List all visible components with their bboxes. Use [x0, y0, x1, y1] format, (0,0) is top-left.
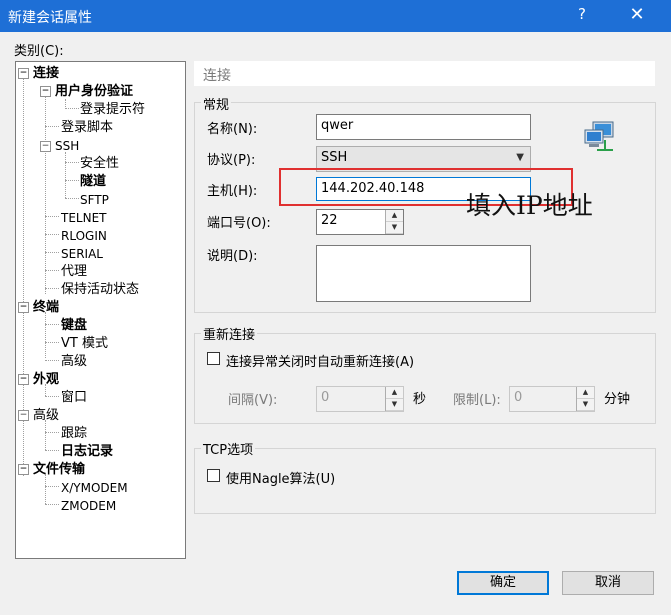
tree-item-trace[interactable]: 跟踪 [61, 425, 87, 443]
collapse-icon[interactable]: − [18, 302, 29, 313]
protocol-label: 协议(P): [207, 153, 256, 168]
collapse-icon[interactable]: − [40, 141, 51, 152]
tree-item-login-prompt[interactable]: 登录提示符 [80, 101, 145, 119]
cancel-button[interactable]: 取消 [562, 571, 654, 595]
tree-item-label: 连接 [33, 66, 60, 81]
category-tree[interactable]: − 连接 − 用户身份验证 登录提示符 登录脚本 − SSH 安全性 隧道 SFTP … [15, 61, 186, 559]
tree-item-proxy[interactable]: 代理 [61, 263, 87, 281]
section-header: 连接 [194, 61, 655, 86]
host-annotation: 填入IP地址 [466, 191, 593, 220]
collapse-icon[interactable]: − [18, 374, 29, 385]
tcp-group-title: TCP选项 [201, 439, 256, 458]
tree-item-label: 文件传输 [33, 462, 86, 477]
description-input[interactable] [316, 245, 531, 302]
tree-item-logging[interactable]: 日志记录 [61, 443, 113, 461]
limit-spinner[interactable]: ▲ ▼ [576, 387, 594, 411]
chevron-down-icon: ▼ [516, 152, 524, 163]
name-input[interactable]: qwer [316, 114, 531, 140]
tree-item-label: 外观 [33, 372, 60, 387]
tree-item-appearance[interactable]: − 外观 [18, 371, 59, 389]
tree-item-serial[interactable]: SERIAL [61, 245, 103, 263]
port-label: 端口号(O): [207, 216, 271, 231]
help-icon[interactable]: ? [572, 5, 592, 27]
tree-item-label: 用户身份验证 [55, 84, 134, 99]
tree-item-keepalive[interactable]: 保持活动状态 [61, 281, 139, 299]
tree-item-connection[interactable]: − 连接 [18, 65, 59, 83]
description-label: 说明(D): [207, 249, 258, 264]
tree-item-terminal[interactable]: − 终端 [18, 299, 59, 317]
limit-value: 0 [514, 390, 523, 405]
collapse-icon[interactable]: − [18, 410, 29, 421]
protocol-value: SSH [321, 150, 348, 165]
tree-item-label: 终端 [33, 300, 60, 315]
section-header-title: 连接 [203, 68, 231, 84]
tree-item-rlogin[interactable]: RLOGIN [61, 227, 107, 245]
tree-item-security[interactable]: 安全性 [80, 155, 119, 173]
limit-label: 限制(L): [453, 393, 501, 408]
tree-item-login-script[interactable]: 登录脚本 [61, 119, 113, 137]
nagle-checkbox[interactable] [207, 469, 220, 482]
tree-item-tunnel[interactable]: 隧道 [80, 173, 106, 191]
close-icon[interactable]: ✕ [626, 4, 648, 26]
arrow-down-icon[interactable]: ▼ [386, 399, 403, 411]
arrow-up-icon[interactable]: ▲ [577, 387, 594, 399]
tree-item-zmodem[interactable]: ZMODEM [61, 497, 116, 515]
port-spinner[interactable]: ▲ ▼ [385, 210, 403, 234]
auto-reconnect-checkbox[interactable] [207, 352, 220, 365]
tree-item-sftp[interactable]: SFTP [80, 191, 109, 209]
window-title: 新建会话属性 [8, 10, 92, 26]
interval-label: 间隔(V): [228, 393, 278, 408]
arrow-up-icon[interactable]: ▲ [386, 210, 403, 222]
arrow-down-icon[interactable]: ▼ [577, 399, 594, 411]
tree-item-keyboard[interactable]: 键盘 [61, 317, 87, 335]
auto-reconnect-label[interactable]: 连接异常关闭时自动重新连接(A) [226, 351, 414, 370]
seconds-unit: 秒 [413, 392, 427, 407]
tree-item-window[interactable]: 窗口 [61, 389, 87, 407]
general-group-title: 常规 [201, 94, 232, 113]
ok-button[interactable]: 确定 [457, 571, 549, 595]
collapse-icon[interactable]: − [18, 68, 29, 79]
collapse-icon[interactable]: − [40, 86, 51, 97]
tree-item-advanced[interactable]: − 高级 [18, 407, 59, 425]
reconnect-group-title: 重新连接 [201, 324, 258, 343]
title-bar: 新建会话属性 ? ✕ [0, 0, 671, 32]
tree-item-xymodem[interactable]: X/YMODEM [61, 479, 128, 497]
tree-item-telnet[interactable]: TELNET [61, 209, 107, 227]
tree-item-auth[interactable]: − 用户身份验证 [40, 83, 133, 101]
tree-item-ssh[interactable]: − SSH [40, 137, 79, 155]
collapse-icon[interactable]: − [18, 464, 29, 475]
arrow-down-icon[interactable]: ▼ [386, 222, 403, 234]
name-label: 名称(N): [207, 122, 258, 137]
network-computer-icon [584, 121, 614, 151]
interval-spinner[interactable]: ▲ ▼ [385, 387, 403, 411]
nagle-label[interactable]: 使用Nagle算法(U) [226, 468, 335, 487]
interval-value: 0 [321, 390, 330, 405]
arrow-up-icon[interactable]: ▲ [386, 387, 403, 399]
tree-item-vt-mode[interactable]: VT 模式 [61, 335, 108, 353]
minutes-unit: 分钟 [604, 392, 631, 407]
host-label: 主机(H): [207, 184, 258, 199]
port-value: 22 [321, 213, 338, 228]
tree-item-label: SSH [55, 139, 80, 153]
category-label: 类别(C): [14, 44, 64, 59]
tree-item-terminal-advanced[interactable]: 高级 [61, 353, 87, 371]
tree-item-file-transfer[interactable]: − 文件传输 [18, 461, 85, 479]
tree-item-label: 高级 [33, 408, 60, 423]
